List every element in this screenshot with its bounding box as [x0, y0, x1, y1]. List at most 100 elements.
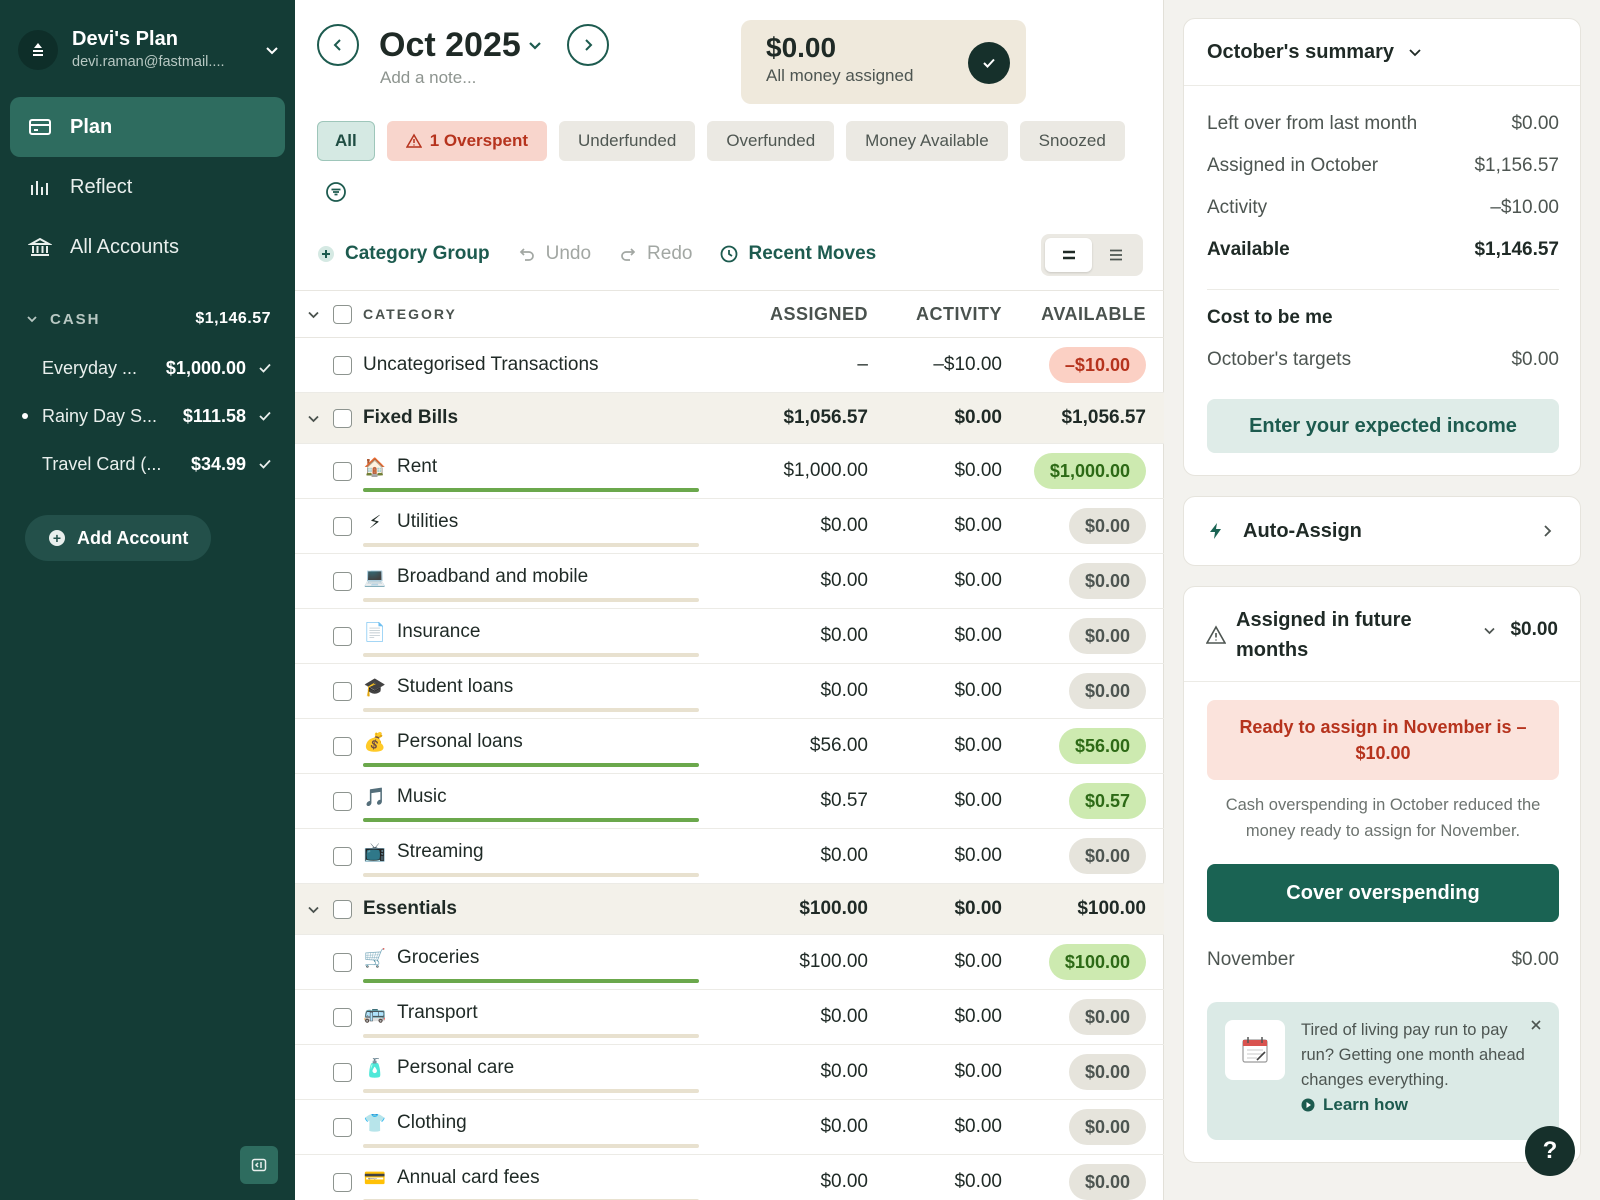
auto-assign-card[interactable]: Auto-Assign — [1183, 496, 1581, 566]
collapse-all-chevron-icon[interactable] — [307, 291, 321, 337]
activity-value[interactable]: –$10.00 — [882, 338, 1002, 392]
available-cell[interactable]: $0.00 — [1006, 609, 1146, 663]
redo-button[interactable]: Redo — [619, 243, 692, 265]
activity-value[interactable]: $0.00 — [882, 444, 1002, 498]
available-cell[interactable]: $0.00 — [1006, 829, 1146, 883]
nav-all-accounts[interactable]: All Accounts — [10, 217, 285, 277]
assigned-value[interactable]: $100.00 — [688, 935, 868, 989]
add-account-button[interactable]: + Add Account — [25, 515, 211, 561]
month-note-input[interactable]: Add a note... — [380, 68, 476, 88]
category-row[interactable]: 🧴 Personal care $0.00 $0.00 $0.00 — [295, 1045, 1164, 1100]
month-summary-header[interactable]: October's summary — [1184, 19, 1580, 86]
filter-money-available[interactable]: Money Available — [846, 121, 1008, 161]
available-cell[interactable]: $0.00 — [1006, 1045, 1146, 1099]
row-checkbox[interactable] — [333, 1100, 352, 1154]
month-title[interactable]: Oct 2025 — [379, 26, 521, 65]
row-checkbox[interactable] — [333, 719, 352, 773]
category-row[interactable]: ⚡ Utilities $0.00 $0.00 $0.00 — [295, 499, 1164, 554]
category-row[interactable]: 🏠 Rent $1,000.00 $0.00 $1,000.00 — [295, 444, 1164, 499]
activity-value[interactable]: $0.00 — [882, 499, 1002, 553]
assigned-value[interactable]: $56.00 — [688, 719, 868, 773]
filter-overfunded[interactable]: Overfunded — [707, 121, 835, 161]
available-cell[interactable]: –$10.00 — [1006, 338, 1146, 392]
account-item[interactable]: Travel Card (... $34.99 — [42, 449, 272, 479]
available-cell[interactable]: $56.00 — [1006, 719, 1146, 773]
available-cell[interactable]: $0.00 — [1006, 664, 1146, 718]
nav-plan[interactable]: Plan — [10, 97, 285, 157]
row-checkbox[interactable] — [333, 444, 352, 498]
activity-value[interactable]: $0.00 — [882, 935, 1002, 989]
available-cell[interactable]: $0.00 — [1006, 1155, 1146, 1200]
future-months-header[interactable]: Assigned in future months $0.00 — [1184, 587, 1580, 682]
row-checkbox[interactable] — [333, 554, 352, 608]
available-cell[interactable]: $100.00 — [1006, 935, 1146, 989]
nav-reflect[interactable]: Reflect — [10, 157, 285, 217]
category-row[interactable]: 💻 Broadband and mobile $0.00 $0.00 $0.00 — [295, 554, 1164, 609]
activity-value[interactable]: $0.00 — [882, 664, 1002, 718]
filter-options-icon[interactable] — [325, 181, 347, 203]
filter-all[interactable]: All — [317, 121, 375, 161]
previous-month-button[interactable] — [317, 24, 359, 66]
assigned-value[interactable]: $0.00 — [688, 1045, 868, 1099]
collapse-sidebar-button[interactable] — [240, 1146, 278, 1184]
category-group-row[interactable]: Fixed Bills $1,056.57 $0.00 $1,056.57 — [295, 393, 1164, 444]
available-cell[interactable]: $0.00 — [1006, 554, 1146, 608]
row-checkbox[interactable] — [333, 609, 352, 663]
assigned-value[interactable]: $0.00 — [688, 499, 868, 553]
available-cell[interactable]: $0.00 — [1006, 990, 1146, 1044]
available-cell[interactable]: $0.57 — [1006, 774, 1146, 828]
activity-value[interactable]: $0.00 — [882, 1100, 1002, 1154]
activity-value[interactable]: $0.00 — [882, 829, 1002, 883]
chevron-down-icon[interactable] — [527, 37, 543, 53]
group-checkbox[interactable] — [333, 393, 352, 443]
assigned-value[interactable]: – — [688, 338, 868, 392]
category-group-row[interactable]: Essentials $100.00 $0.00 $100.00 — [295, 884, 1164, 935]
category-row[interactable]: 🛒 Groceries $100.00 $0.00 $100.00 — [295, 935, 1164, 990]
activity-value[interactable]: $0.00 — [882, 609, 1002, 663]
assigned-value[interactable]: $0.00 — [688, 664, 868, 718]
assigned-value[interactable]: $0.00 — [688, 829, 868, 883]
recent-moves-button[interactable]: Recent Moves — [720, 243, 876, 265]
assigned-value[interactable]: $0.00 — [688, 554, 868, 608]
help-button[interactable]: ? — [1525, 1126, 1575, 1176]
activity-value[interactable]: $0.00 — [882, 719, 1002, 773]
assigned-value[interactable]: $0.57 — [688, 774, 868, 828]
category-row[interactable]: 🎓 Student loans $0.00 $0.00 $0.00 — [295, 664, 1164, 719]
cover-overspending-button[interactable]: Cover overspending — [1207, 864, 1559, 922]
next-month-button[interactable] — [566, 24, 609, 66]
undo-button[interactable]: Undo — [518, 243, 591, 265]
add-category-group-button[interactable]: Category Group — [317, 243, 490, 265]
available-cell[interactable]: $0.00 — [1006, 1100, 1146, 1154]
row-checkbox[interactable] — [333, 664, 352, 718]
activity-value[interactable]: $0.00 — [882, 554, 1002, 608]
category-row[interactable]: 🎵 Music $0.57 $0.00 $0.57 — [295, 774, 1164, 829]
assigned-value[interactable]: $0.00 — [688, 1100, 868, 1154]
row-checkbox[interactable] — [333, 990, 352, 1044]
account-group-cash[interactable]: CASH $1,146.57 — [26, 306, 271, 332]
row-checkbox[interactable] — [333, 338, 352, 392]
row-checkbox[interactable] — [333, 774, 352, 828]
filter-snoozed[interactable]: Snoozed — [1019, 121, 1125, 161]
plan-switcher[interactable]: Devi's Plan devi.raman@fastmail.... — [18, 22, 280, 78]
chevron-down-icon[interactable] — [307, 393, 321, 443]
assigned-value[interactable]: $0.00 — [688, 990, 868, 1044]
row-checkbox[interactable] — [333, 829, 352, 883]
row-checkbox[interactable] — [333, 1045, 352, 1099]
available-cell[interactable]: $1,000.00 — [1006, 444, 1146, 498]
row-checkbox[interactable] — [333, 935, 352, 989]
activity-value[interactable]: $0.00 — [882, 1155, 1002, 1200]
comfortable-view-button[interactable] — [1045, 238, 1092, 272]
account-item[interactable]: Everyday ... $1,000.00 — [42, 353, 272, 383]
category-row[interactable]: 🚌 Transport $0.00 $0.00 $0.00 — [295, 990, 1164, 1045]
row-checkbox[interactable] — [333, 1155, 352, 1200]
group-checkbox[interactable] — [333, 884, 352, 934]
chevron-down-icon[interactable] — [307, 884, 321, 934]
assigned-value[interactable]: $1,000.00 — [688, 444, 868, 498]
learn-how-link[interactable]: Learn how — [1301, 1095, 1408, 1115]
activity-value[interactable]: $0.00 — [882, 774, 1002, 828]
close-icon[interactable] — [1529, 1018, 1543, 1032]
account-item[interactable]: Rainy Day S... $111.58 — [22, 401, 272, 431]
assigned-value[interactable]: $0.00 — [688, 1155, 868, 1200]
row-checkbox[interactable] — [333, 499, 352, 553]
compact-view-button[interactable] — [1092, 238, 1139, 272]
